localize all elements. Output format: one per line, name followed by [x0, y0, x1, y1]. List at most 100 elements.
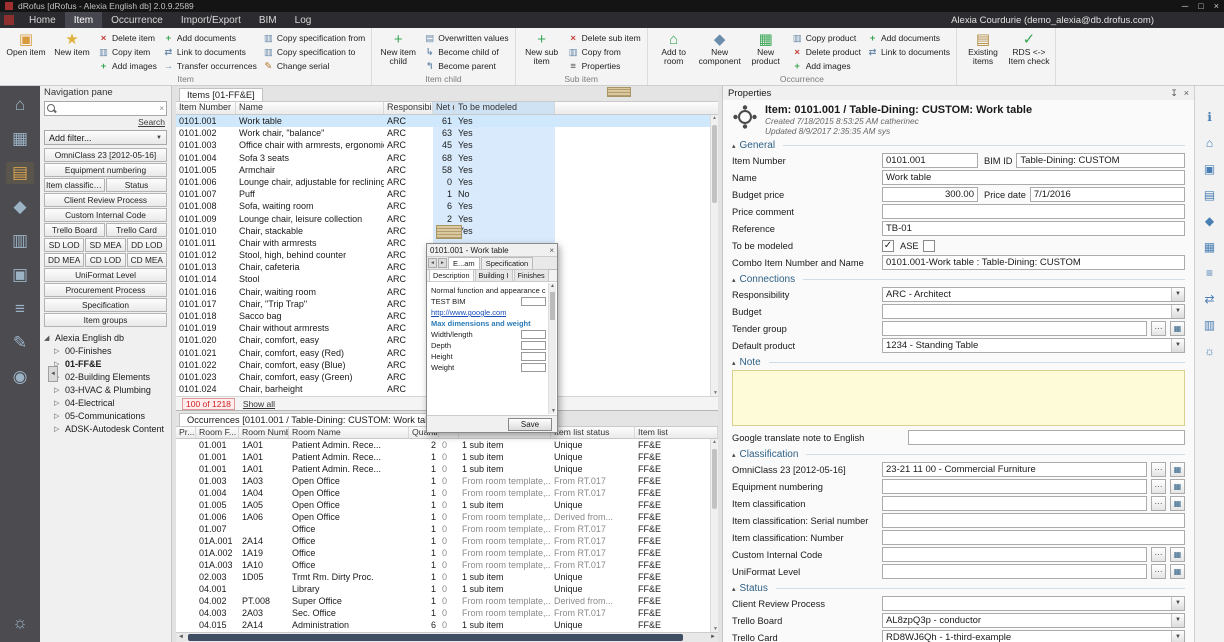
- ribbon-button-copy-specification-from[interactable]: ▥Copy specification from: [260, 31, 368, 45]
- filter-button-sd-lod[interactable]: SD LOD: [44, 238, 84, 252]
- horizontal-scrollbar[interactable]: ◄ ►: [176, 632, 718, 642]
- column-header-pr[interactable]: Pr...: [176, 427, 196, 438]
- ribbon-button-add-documents[interactable]: +Add documents: [160, 31, 260, 45]
- ribbon-button-link-to-documents[interactable]: ⇄Link to documents: [864, 45, 953, 59]
- column-header-to-be-modeled[interactable]: To be modeled: [455, 102, 555, 114]
- table-row[interactable]: 01A.0021A19Office10From room template,..…: [176, 547, 718, 559]
- tree-node-04-electrical[interactable]: ▷04-Electrical: [40, 396, 171, 409]
- ribbon-button-link-to-documents[interactable]: ⇄Link to documents: [160, 45, 260, 59]
- chevron-down-icon[interactable]: ▼: [1171, 288, 1184, 301]
- products-icon[interactable]: ◆: [6, 196, 34, 218]
- ribbon-button-new-component[interactable]: ◆New component: [697, 29, 743, 74]
- log-panel-icon[interactable]: ≡: [1201, 266, 1219, 281]
- field-equipment-numbering[interactable]: [882, 479, 1147, 494]
- ribbon-button-overwritten-values[interactable]: ▤Overwritten values: [421, 31, 511, 45]
- lookup-ellipsis-button[interactable]: ···: [1151, 564, 1166, 579]
- menu-tab-item[interactable]: Item: [65, 12, 102, 28]
- scroll-left-icon[interactable]: ◄: [176, 633, 186, 642]
- spec-field-input[interactable]: [521, 297, 546, 306]
- close-icon[interactable]: ×: [1184, 88, 1189, 99]
- ribbon-button-add-images[interactable]: +Add images: [95, 59, 160, 73]
- field-item-number[interactable]: 0101.001: [882, 153, 978, 168]
- user-account[interactable]: Alexia Courdurie (demo_alexia@db.drofus.…: [951, 15, 1224, 26]
- field-width-length[interactable]: [521, 330, 546, 339]
- field-weight[interactable]: [521, 363, 546, 372]
- lookup-ellipsis-button[interactable]: ···: [1151, 496, 1166, 511]
- scrollbar-thumb[interactable]: [712, 125, 717, 203]
- search-link[interactable]: Search: [40, 117, 171, 128]
- lookup-ellipsis-button[interactable]: ···: [1151, 321, 1166, 336]
- table-row[interactable]: 01A.0031A10Office10From room template,..…: [176, 559, 718, 571]
- filter-button-trello-board[interactable]: Trello Board: [44, 223, 105, 237]
- scrollbar-thumb[interactable]: [712, 449, 717, 509]
- lookup-table-button[interactable]: ▦: [1170, 462, 1185, 477]
- filter-button-status[interactable]: Status: [106, 178, 167, 192]
- ribbon-button-properties[interactable]: ≡Properties: [565, 59, 644, 73]
- lookup-table-button[interactable]: ▦: [1170, 496, 1185, 511]
- filter-button-specification[interactable]: Specification: [44, 298, 167, 312]
- field-custom-internal-code[interactable]: [882, 547, 1147, 562]
- field-price-date[interactable]: 7/1/2016: [1030, 187, 1185, 202]
- field-combo-item-number-and-name[interactable]: 0101.001-Work table : Table-Dining: CUST…: [882, 255, 1185, 270]
- lookup-table-button[interactable]: ▦: [1170, 479, 1185, 494]
- dropdown-trello-card[interactable]: RD8WJ6Qh - 1-third-example▼: [882, 630, 1185, 642]
- lookup-ellipsis-button[interactable]: ···: [1151, 479, 1166, 494]
- ribbon-button-change-serial[interactable]: ✎Change serial: [260, 59, 368, 73]
- reports-icon[interactable]: ≡: [6, 298, 34, 320]
- lookup-table-button[interactable]: ▦: [1170, 564, 1185, 579]
- minimize-button[interactable]: ─: [1182, 1, 1188, 11]
- users-icon[interactable]: ◉: [6, 366, 34, 388]
- table-row[interactable]: 0101.007PuffARC1No: [176, 188, 718, 200]
- tab-scroll-left-icon[interactable]: ◄: [428, 258, 437, 268]
- tree-node-00-finishes[interactable]: ▷00-Finishes: [40, 344, 171, 357]
- ribbon-button-new-sub-item[interactable]: +New sub item: [519, 29, 565, 74]
- table-row[interactable]: 01A.0012A14Office10From room template,..…: [176, 535, 718, 547]
- table-row[interactable]: 04.001Library101 sub itemUniqueFF&E: [176, 583, 718, 595]
- ribbon-button-new-item-child[interactable]: +New item child: [375, 29, 421, 74]
- chevron-down-icon[interactable]: ▼: [1171, 631, 1184, 642]
- items-scrollbar[interactable]: ▲▼: [710, 115, 718, 396]
- splitter-collapse-button[interactable]: ◄: [48, 366, 58, 382]
- ribbon-button-open-item[interactable]: ▣Open item: [3, 29, 49, 74]
- table-row[interactable]: 01.0061A06Open Office10From room templat…: [176, 511, 718, 523]
- tab-scroll-right-icon[interactable]: ►: [438, 258, 447, 268]
- field-tender-group[interactable]: [882, 321, 1147, 336]
- column-header-item-list[interactable]: Item list: [635, 427, 718, 438]
- menu-tab-bim[interactable]: BIM: [250, 12, 286, 28]
- popup-close-icon[interactable]: ×: [549, 246, 554, 255]
- field-budget-price[interactable]: 300.00: [882, 187, 978, 202]
- menu-tab-occurrence[interactable]: Occurrence: [102, 12, 172, 28]
- field-price-comment[interactable]: [882, 204, 1185, 219]
- add-filter-dropdown[interactable]: Add filter... ▼: [44, 130, 167, 145]
- maximize-button[interactable]: □: [1198, 1, 1203, 11]
- collapse-icon[interactable]: ▴: [732, 451, 736, 459]
- dropdown-trello-board[interactable]: AL8zpQ3p - conductor▼: [882, 613, 1185, 628]
- table-row[interactable]: 04.0152A14Administration601 sub itemUniq…: [176, 619, 718, 631]
- table-row[interactable]: 0101.009Lounge chair, leisure collection…: [176, 213, 718, 225]
- column-header-item-number[interactable]: Item Number: [176, 102, 236, 114]
- collapse-icon[interactable]: ▴: [732, 276, 736, 284]
- filter-button-dd-mea[interactable]: DD MEA: [44, 253, 84, 267]
- table-row[interactable]: 01.0031A03Open Office10From room templat…: [176, 475, 718, 487]
- spec-line[interactable]: http://www.google.com: [431, 308, 546, 317]
- reports-panel-icon[interactable]: ▥: [1201, 318, 1219, 333]
- tree-node-02-building-elements[interactable]: ▷02-Building Elements: [40, 370, 171, 383]
- clear-search-icon[interactable]: ×: [159, 104, 164, 113]
- field-name[interactable]: Work table: [882, 170, 1185, 185]
- rooms-panel-icon[interactable]: ⌂: [1201, 136, 1219, 151]
- table-row[interactable]: 01.0011A01Patient Admin. Rece...101 sub …: [176, 463, 718, 475]
- note-textarea[interactable]: [732, 370, 1185, 426]
- ribbon-button-become-parent[interactable]: ↰Become parent: [421, 59, 511, 73]
- column-header-room-number[interactable]: Room Number: [239, 427, 289, 438]
- column-header-name[interactable]: Name: [236, 102, 384, 114]
- ribbon-button-add-documents[interactable]: +Add documents: [864, 31, 953, 45]
- filter-button-client-review-process[interactable]: Client Review Process: [44, 193, 167, 207]
- drag-handle[interactable]: [607, 87, 631, 97]
- spec-tab-building-i[interactable]: Building I: [475, 269, 513, 281]
- table-row[interactable]: 0101.002Work chair, "balance"ARC63Yes: [176, 127, 718, 139]
- table-row[interactable]: 04.0032A03Sec. Office10From room templat…: [176, 607, 718, 619]
- ribbon-button-add-to-room[interactable]: ⌂Add to room: [651, 29, 697, 74]
- table-row[interactable]: 04.002PT.008Super Office10From room temp…: [176, 595, 718, 607]
- dropdown-default-product[interactable]: 1234 - Standing Table▼: [882, 338, 1185, 353]
- collapse-icon[interactable]: ▴: [732, 585, 736, 593]
